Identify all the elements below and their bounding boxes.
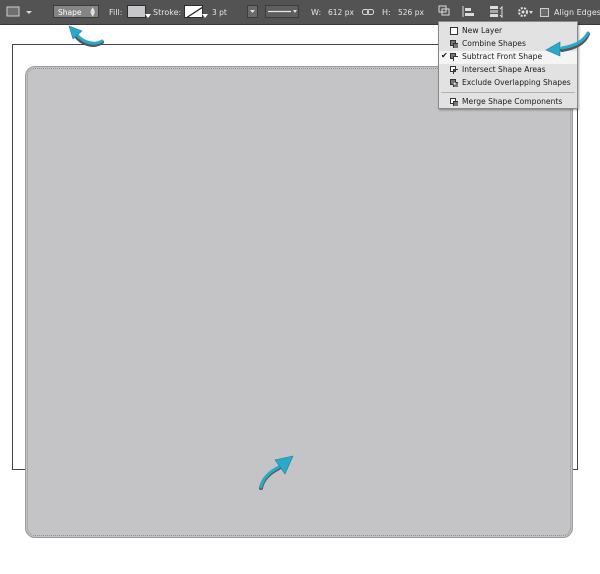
fill-label: Fill: [109,7,123,17]
stepper-icon: ▲ ▼ [90,6,95,18]
height-value[interactable]: 526 px [398,8,424,17]
stroke-size-value[interactable]: 3 pt [212,8,227,17]
width-value[interactable]: 612 px [328,8,354,17]
path-operations-icon[interactable] [438,5,450,17]
align-edges-label: Align Edges [554,7,600,17]
stroke-type-dropdown[interactable] [265,5,299,18]
fill-swatch[interactable] [127,5,146,18]
exclude-overlapping-shapes-icon [450,79,458,87]
annotation-arrow-icon [545,31,590,57]
subtract-front-shape-icon [450,53,458,61]
intersect-shape-areas-icon [450,66,458,74]
tool-preset-picker[interactable] [4,0,34,24]
rectangle-tool-icon [6,6,32,17]
stroke-label: Stroke: [153,7,182,17]
stroke-size-dropdown[interactable] [247,5,258,18]
gear-icon[interactable] [517,5,535,19]
menu-item-merge-shape-components[interactable]: Merge Shape Components [439,96,577,109]
align-edges-checkbox[interactable] [540,7,549,17]
no-color-icon [186,6,202,17]
path-arrangement-icon[interactable] [487,4,503,20]
menu-item-label: New Layer [462,26,503,35]
menu-item-label: Exclude Overlapping Shapes [462,78,571,87]
path-alignment-icon[interactable] [462,5,476,19]
annotation-arrow-icon [68,25,104,47]
tool-mode-select[interactable]: Shape ▲ ▼ [53,5,99,18]
stroke-line-icon [268,10,297,13]
height-label: H: [382,7,391,17]
menu-item-intersect-shape-areas[interactable]: Intersect Shape Areas [439,64,577,77]
menu-item-label: Subtract Front Shape [462,52,543,61]
checkmark-icon: ✔ [441,51,448,60]
menu-item-exclude-overlapping-shapes[interactable]: Exclude Overlapping Shapes [439,77,577,90]
tool-mode-value: Shape [58,8,82,17]
fill-chevron-down-icon[interactable] [145,14,151,19]
combine-shapes-icon [450,40,458,48]
menu-item-label: Combine Shapes [462,39,526,48]
stroke-chevron-down-icon[interactable] [202,14,208,19]
stroke-swatch[interactable] [184,5,203,18]
menu-separator [441,92,575,93]
annotation-arrow-icon [259,455,294,490]
menu-item-label: Intersect Shape Areas [462,65,546,74]
link-icon[interactable] [362,7,374,17]
rounded-rectangle-shape[interactable] [25,66,573,538]
width-label: W: [311,7,322,17]
menu-item-label: Merge Shape Components [462,97,563,106]
new-layer-icon [450,27,458,35]
chevron-down-icon [250,10,255,13]
merge-shape-components-icon [450,98,458,106]
